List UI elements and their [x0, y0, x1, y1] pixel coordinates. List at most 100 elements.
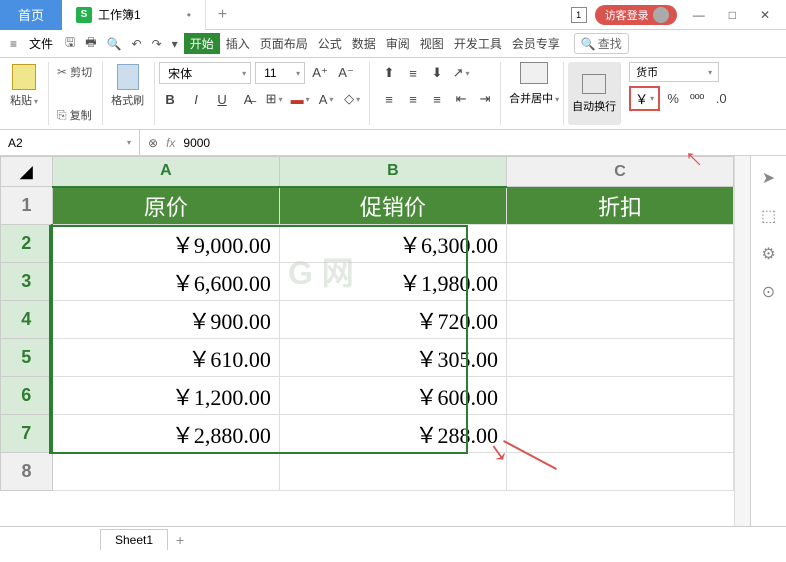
maximize-button[interactable]: □	[721, 4, 744, 26]
add-tab-button[interactable]: +	[206, 6, 239, 24]
cell-a4[interactable]: ￥900.00	[52, 301, 279, 339]
minimize-button[interactable]: ―	[685, 4, 713, 26]
grid[interactable]: ◢ A B C 1 原价 促销价 折扣 2￥9,000.00￥6,300.00 …	[0, 156, 734, 526]
help-icon[interactable]: ⊙	[762, 282, 775, 302]
tab-data[interactable]: 数据	[348, 35, 380, 52]
cell-c3[interactable]	[506, 263, 733, 301]
font-color-button[interactable]: A▾	[315, 88, 337, 110]
border-button[interactable]: ⊞▾	[263, 88, 285, 110]
copy-button[interactable]: ⎘复制	[53, 105, 96, 125]
italic-button[interactable]: I	[185, 88, 207, 110]
cell-b1[interactable]: 促销价	[279, 187, 506, 225]
align-center-button[interactable]: ≡	[402, 88, 424, 110]
comma-button[interactable]: ººº	[686, 88, 708, 110]
sheet-tab-1[interactable]: Sheet1	[100, 529, 168, 550]
wrap-text-button[interactable]: 自动换行	[568, 62, 621, 125]
align-right-button[interactable]: ≡	[426, 88, 448, 110]
search-button[interactable]: 🔍查找	[574, 33, 629, 54]
tab-page-layout[interactable]: 页面布局	[256, 35, 312, 52]
cell-c5[interactable]	[506, 339, 733, 377]
cell-b2[interactable]: ￥6,300.00	[279, 225, 506, 263]
align-bottom-button[interactable]: ⬇	[426, 62, 448, 84]
col-header-b[interactable]: B	[279, 157, 506, 187]
row-header-5[interactable]: 5	[1, 339, 53, 377]
name-box[interactable]: A2▾	[0, 130, 140, 155]
vertical-scrollbar[interactable]	[734, 156, 750, 526]
select-icon[interactable]: ⬚	[761, 206, 776, 226]
strikethrough-button[interactable]: A̶	[237, 88, 259, 110]
decimal-dec-button[interactable]: .0	[710, 88, 732, 110]
cell-b7[interactable]: ￥288.00	[279, 415, 506, 453]
font-name-dropdown[interactable]: 宋体▾	[159, 62, 251, 84]
cell-a7[interactable]: ￥2,880.00	[52, 415, 279, 453]
tab-review[interactable]: 审阅	[382, 35, 414, 52]
more-icon[interactable]: ▾	[168, 35, 182, 53]
tab-view[interactable]: 视图	[416, 35, 448, 52]
col-header-c[interactable]: C	[506, 157, 733, 187]
row-header-6[interactable]: 6	[1, 377, 53, 415]
menu-icon[interactable]: ≡	[6, 35, 21, 53]
fill-color-button[interactable]: ▬▾	[289, 88, 311, 110]
cell-c8[interactable]	[506, 453, 733, 491]
file-menu[interactable]: 文件	[23, 35, 59, 52]
merge-group[interactable]: 合并居中▾	[505, 62, 564, 125]
percent-button[interactable]: %	[662, 88, 684, 110]
cancel-icon[interactable]: ⊗	[148, 136, 158, 150]
orientation-button[interactable]: ↗▾	[450, 62, 472, 84]
col-header-a[interactable]: A	[52, 157, 279, 187]
cell-a3[interactable]: ￥6,600.00	[52, 263, 279, 301]
tab-formula[interactable]: 公式	[314, 35, 346, 52]
row-header-4[interactable]: 4	[1, 301, 53, 339]
row-header-7[interactable]: 7	[1, 415, 53, 453]
font-size-dropdown[interactable]: 11▾	[255, 62, 305, 84]
increase-font-button[interactable]: A⁺	[309, 62, 331, 84]
tab-start[interactable]: 开始	[184, 33, 220, 54]
cell-a6[interactable]: ￥1,200.00	[52, 377, 279, 415]
decrease-font-button[interactable]: A⁻	[335, 62, 357, 84]
format-painter-button[interactable]: 格式刷	[107, 62, 148, 110]
cell-c2[interactable]	[506, 225, 733, 263]
cell-b3[interactable]: ￥1,980.00	[279, 263, 506, 301]
number-format-dropdown[interactable]: 货币▾	[629, 62, 719, 82]
align-middle-button[interactable]: ≡	[402, 62, 424, 84]
cut-button[interactable]: ✂剪切	[53, 62, 96, 82]
add-sheet-button[interactable]: +	[176, 532, 184, 548]
cell-a8[interactable]	[52, 453, 279, 491]
save-icon[interactable]: 🖫	[61, 31, 79, 56]
bold-button[interactable]: B	[159, 88, 181, 110]
window-number-icon[interactable]: 1	[571, 7, 587, 23]
row-header-3[interactable]: 3	[1, 263, 53, 301]
select-all-corner[interactable]: ◢	[1, 157, 53, 187]
cell-a5[interactable]: ￥610.00	[52, 339, 279, 377]
tab-insert[interactable]: 插入	[222, 35, 254, 52]
fx-icon[interactable]: fx	[166, 136, 175, 150]
close-button[interactable]: ✕	[752, 4, 778, 26]
cursor-icon[interactable]: ➤	[762, 168, 775, 188]
tab-member[interactable]: 会员专享	[508, 35, 564, 52]
indent-more-button[interactable]: ⇥	[474, 88, 496, 110]
align-left-button[interactable]: ≡	[378, 88, 400, 110]
cell-c1[interactable]: 折扣	[506, 187, 733, 225]
cell-a1[interactable]: 原价	[52, 187, 279, 225]
align-top-button[interactable]: ⬆	[378, 62, 400, 84]
formula-input[interactable]: 9000	[183, 136, 210, 150]
cell-b5[interactable]: ￥305.00	[279, 339, 506, 377]
login-button[interactable]: 访客登录	[595, 5, 677, 25]
home-tab[interactable]: 首页	[0, 0, 62, 30]
paste-button[interactable]: 粘贴▾	[6, 62, 42, 110]
row-header-1[interactable]: 1	[1, 187, 53, 225]
tab-dev-tools[interactable]: 开发工具	[450, 35, 506, 52]
underline-button[interactable]: U	[211, 88, 233, 110]
cell-b8[interactable]	[279, 453, 506, 491]
undo-icon[interactable]: ↶	[128, 35, 146, 53]
clear-format-button[interactable]: ◇▾	[341, 88, 363, 110]
redo-icon[interactable]: ↷	[148, 35, 166, 53]
document-tab[interactable]: S 工作簿1 •	[62, 0, 206, 30]
row-header-8[interactable]: 8	[1, 453, 53, 491]
cell-c4[interactable]	[506, 301, 733, 339]
settings-icon[interactable]: ⚙	[761, 244, 775, 264]
preview-icon[interactable]: 🔍	[103, 35, 126, 53]
indent-less-button[interactable]: ⇤	[450, 88, 472, 110]
cell-b4[interactable]: ￥720.00	[279, 301, 506, 339]
cell-a2[interactable]: ￥9,000.00	[52, 225, 279, 263]
